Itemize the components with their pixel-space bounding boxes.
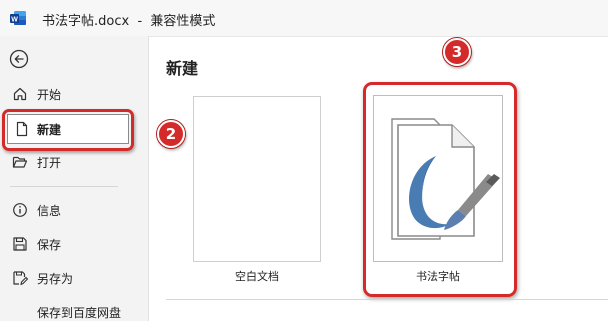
sidebar-item-label: 打开 [37,156,62,170]
back-arrow-icon[interactable] [9,49,29,69]
sidebar-item-home[interactable]: 开始 [0,79,148,109]
sidebar-item-open[interactable]: 打开 [0,147,148,177]
sidebar-item-save-as[interactable]: 另存为 [0,263,148,293]
template-calligraphy[interactable] [373,95,503,262]
sidebar-item-label: 保存 [37,238,62,252]
sidebar-item-label: 开始 [37,88,62,102]
word-icon: W [10,11,26,25]
sidebar-item-label: 信息 [37,204,62,218]
folder-open-icon [12,156,28,168]
calligraphy-brush-icon [391,118,500,240]
page-title: 新建 [166,59,199,78]
template-label-blank: 空白文档 [235,270,279,283]
sidebar-divider [10,186,118,187]
svg-text:W: W [11,16,18,23]
save-as-icon [13,271,28,286]
window-title: 书法字帖.docx - 兼容性模式 [42,14,216,29]
sidebar-item-info[interactable]: 信息 [0,195,148,225]
sidebar-item-save-to-baidu[interactable]: 保存到百度网盘 [0,297,148,327]
annotation-badge-2: 2 [157,120,185,148]
template-label-calligraphy: 书法字帖 [416,270,460,283]
info-icon [13,203,27,217]
content-divider [166,299,608,300]
annotation-badge-3: 3 [443,38,471,66]
annotation-highlight-new [2,109,134,151]
sidebar-item-save[interactable]: 保存 [0,229,148,259]
sidebar-item-label: 保存到百度网盘 [37,306,122,320]
sidebar-item-label: 另存为 [37,272,74,286]
home-icon [13,87,27,101]
template-blank-document[interactable] [193,96,321,262]
title-bar: W 书法字帖.docx - 兼容性模式 [0,0,608,37]
save-icon [13,237,27,251]
